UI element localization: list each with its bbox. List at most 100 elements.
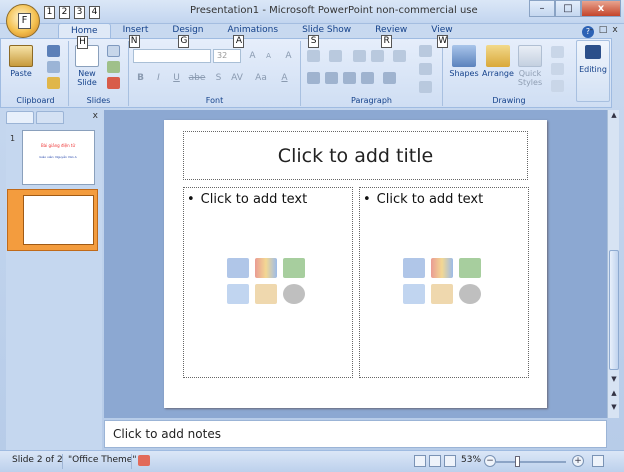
qat-key-4[interactable]: 4 xyxy=(89,6,100,19)
slide-thumbnail-2[interactable] xyxy=(8,190,97,250)
scroll-thumb[interactable] xyxy=(609,250,619,370)
insert-picture-icon[interactable] xyxy=(227,284,249,304)
insert-table-icon[interactable] xyxy=(403,258,425,278)
layout-icon[interactable] xyxy=(107,45,120,57)
italic-button[interactable]: I xyxy=(151,71,166,85)
slide-show-icon[interactable] xyxy=(444,455,456,467)
zoom-level[interactable]: 53% xyxy=(461,455,481,465)
numbering-icon[interactable] xyxy=(329,50,342,62)
slide-thumbnail-1[interactable]: Bài giảng điện tử Giáo viên: Nguyễn Văn … xyxy=(22,130,95,185)
change-case-button[interactable]: Aa xyxy=(251,71,271,85)
increase-indent-icon[interactable] xyxy=(371,50,384,62)
qat-key-3[interactable]: 3 xyxy=(74,6,85,19)
insert-media-icon[interactable] xyxy=(283,284,305,304)
tab-review[interactable]: Review R xyxy=(363,23,419,48)
decrease-indent-icon[interactable] xyxy=(353,50,366,62)
tab-view[interactable]: View W xyxy=(419,23,464,48)
tab-slide-show[interactable]: Slide Show S xyxy=(290,23,363,48)
scroll-down-icon[interactable]: ▼ xyxy=(609,374,619,384)
vertical-scrollbar[interactable]: ▲ ▼ ▲ ▼ xyxy=(607,110,619,418)
outline-tab[interactable] xyxy=(36,111,64,124)
editing-group[interactable]: Editing xyxy=(576,40,610,102)
grow-font-button[interactable]: A xyxy=(245,49,260,63)
shadow-button[interactable]: S xyxy=(211,71,226,85)
tab-animations[interactable]: Animations A xyxy=(215,23,290,48)
doc-restore-button[interactable]: □ xyxy=(598,24,608,36)
insert-chart-icon[interactable] xyxy=(255,258,277,278)
zoom-in-icon[interactable]: + xyxy=(572,455,584,467)
paragraph-group: Paragraph xyxy=(301,41,443,106)
reset-icon[interactable] xyxy=(107,61,120,73)
char-spacing-button[interactable]: AV xyxy=(227,71,247,85)
tab-home[interactable]: Home H xyxy=(58,23,111,49)
tab-design[interactable]: Design G xyxy=(160,23,215,48)
tab-insert[interactable]: Insert N xyxy=(111,23,161,48)
notes-pane[interactable]: Click to add notes xyxy=(104,420,607,448)
delete-slide-icon[interactable] xyxy=(107,77,120,89)
insert-picture-icon[interactable] xyxy=(403,284,425,304)
left-content-placeholder[interactable]: • Click to add text xyxy=(183,187,353,378)
zoom-out-icon[interactable]: − xyxy=(484,455,496,467)
paste-button[interactable]: Paste xyxy=(7,45,35,78)
copy-icon[interactable] xyxy=(47,61,60,73)
bold-button[interactable]: B xyxy=(133,71,148,85)
insert-smartart-icon[interactable] xyxy=(459,258,481,278)
shrink-font-button[interactable]: A xyxy=(261,49,276,63)
underline-button[interactable]: U xyxy=(169,71,184,85)
align-right-icon[interactable] xyxy=(343,72,356,84)
shape-outline-icon[interactable] xyxy=(551,63,564,75)
normal-view-icon[interactable] xyxy=(414,455,426,467)
slides-tab[interactable] xyxy=(6,111,34,124)
insert-chart-icon[interactable] xyxy=(431,258,453,278)
shape-effects-icon[interactable] xyxy=(551,80,564,92)
new-slide-button[interactable]: New Slide xyxy=(73,45,101,87)
font-color-button[interactable]: A xyxy=(277,71,292,85)
shape-fill-icon[interactable] xyxy=(551,46,564,58)
paragraph-label: Paragraph xyxy=(351,96,392,105)
next-slide-icon[interactable]: ▼ xyxy=(609,402,619,412)
font-size-field[interactable]: 32 xyxy=(213,49,241,63)
minimize-button[interactable]: – xyxy=(529,0,555,17)
insert-clipart-icon[interactable] xyxy=(431,284,453,304)
bullets-icon[interactable] xyxy=(307,50,320,62)
maximize-button[interactable]: □ xyxy=(555,0,581,17)
arrange-button[interactable]: Arrange xyxy=(481,45,515,78)
align-center-icon[interactable] xyxy=(325,72,338,84)
insert-smartart-icon[interactable] xyxy=(283,258,305,278)
qat-key-1[interactable]: 1 xyxy=(44,6,55,19)
zoom-slider[interactable] xyxy=(496,461,566,463)
insert-clipart-icon[interactable] xyxy=(255,284,277,304)
justify-icon[interactable] xyxy=(361,72,374,84)
scroll-up-icon[interactable]: ▲ xyxy=(609,110,619,120)
previous-slide-icon[interactable]: ▲ xyxy=(609,388,619,398)
insert-table-icon[interactable] xyxy=(227,258,249,278)
line-spacing-icon[interactable] xyxy=(393,50,406,62)
doc-close-button[interactable]: x xyxy=(610,24,620,36)
font-name-field[interactable] xyxy=(133,49,211,63)
tab-view-label: View xyxy=(431,25,453,35)
columns-icon[interactable] xyxy=(383,72,396,84)
right-bullet: • xyxy=(363,192,371,207)
cut-icon[interactable] xyxy=(47,45,60,57)
slide-sorter-icon[interactable] xyxy=(429,455,441,467)
office-button[interactable]: F xyxy=(6,4,40,38)
fit-to-window-icon[interactable] xyxy=(592,455,604,467)
doc-minimize-button[interactable]: – xyxy=(586,24,596,36)
quick-styles-button[interactable]: Quick Styles xyxy=(515,45,545,87)
close-button[interactable]: x xyxy=(581,0,621,17)
clear-format-button[interactable]: A xyxy=(281,49,296,63)
insert-media-icon[interactable] xyxy=(459,284,481,304)
title-placeholder[interactable]: Click to add title xyxy=(183,131,528,180)
shapes-button[interactable]: Shapes xyxy=(449,45,479,78)
strikethrough-button[interactable]: abe xyxy=(187,71,207,85)
smartart-icon[interactable] xyxy=(419,81,432,93)
align-text-icon[interactable] xyxy=(419,63,432,75)
qat-key-2[interactable]: 2 xyxy=(59,6,70,19)
panel-close-icon[interactable]: x xyxy=(93,111,98,121)
right-content-placeholder[interactable]: • Click to add text xyxy=(359,187,529,378)
text-direction-icon[interactable] xyxy=(419,45,432,57)
spelling-check-icon[interactable] xyxy=(138,455,150,466)
align-left-icon[interactable] xyxy=(307,72,320,84)
zoom-slider-knob[interactable] xyxy=(515,456,520,467)
format-painter-icon[interactable] xyxy=(47,77,60,89)
